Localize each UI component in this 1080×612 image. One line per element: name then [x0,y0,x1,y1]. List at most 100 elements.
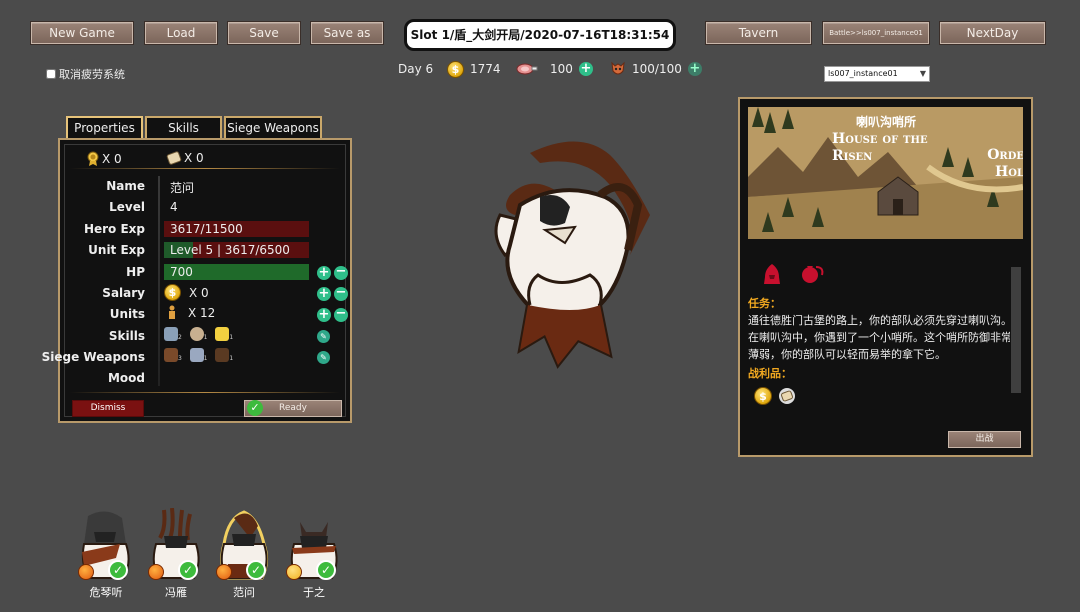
unit-exp-value: Level 5 | 3617/6500 [170,243,290,257]
scroll-icon [166,151,182,165]
task-text: 通往德胜门古堡的路上，你的部队必须先穿过喇叭沟。 在喇叭沟中，你遇到了一个小哨所… [748,312,1010,363]
instance-select-value: ls007_instance01 [828,69,898,78]
ready-button[interactable]: ✓ Ready [244,400,342,417]
skills-controls: ✎ [317,330,330,343]
save-slot-title: Slot 1/盾_大剑开局/2020-07-16T18:31:54 [404,19,676,51]
next-day-button[interactable]: NextDay [940,22,1045,44]
ready-check-icon: ✓ [108,560,128,580]
skill-cheese-icon[interactable] [215,326,230,341]
header-divider [70,168,340,169]
salary-label: Salary [102,286,145,300]
load-button[interactable]: Load [145,22,217,44]
row-unit-exp: Unit Exp Level 5 | 3617/6500 [60,240,350,260]
new-game-button[interactable]: New Game [31,22,133,44]
ready-label: Ready [279,403,307,413]
party-hero-1[interactable]: ✓ 危琴听 [76,508,136,599]
save-as-button[interactable]: Save as [311,22,383,44]
gold-coin-icon: $ [754,387,772,405]
row-hero-exp: Hero Exp 3617/11500 [60,219,350,239]
scroll-count: X 0 [184,151,204,165]
hero-portrait [494,141,650,369]
party-hero-4[interactable]: ✓ 于之 [284,508,344,599]
morale-amount: 100/100 [632,62,682,76]
ready-check-icon: ✓ [316,560,336,580]
party-hero-2[interactable]: ✓ 冯雁 [146,507,206,599]
siege-weapons-label: Siege Weapons [41,350,145,364]
hero-exp-value: 3617/11500 [170,222,243,236]
hero-name: 范问 [170,181,195,195]
hp-minus-icon[interactable]: − [334,265,348,280]
siege-ballista-icon[interactable] [215,347,230,362]
deploy-button[interactable]: 出战 [948,431,1021,448]
salary-minus-icon[interactable]: − [334,286,348,301]
happy-mood-icon [286,564,302,580]
hero-properties-panel: X 0 X 0 Name 范问 Level 4 Hero Exp 3617/11… [42,138,352,423]
ready-check-icon: ✓ [246,560,266,580]
meat-icon [516,63,538,75]
mission-scrollbar[interactable] [1011,267,1021,393]
hp-value: 700 [170,265,193,279]
row-level: Level 4 [60,197,350,217]
hp-plus-icon[interactable]: + [317,266,331,280]
party-hero-name: 冯雁 [165,586,187,599]
siege-cauldron-icon[interactable] [189,347,204,362]
angry-mood-icon [216,564,232,580]
add-food-icon[interactable]: + [578,62,593,76]
units-plus-icon[interactable]: + [317,308,331,322]
gold-coin-icon: $ [164,284,181,301]
mission-image-caption-right: Orde Hol [987,147,1023,180]
edit-skills-icon[interactable]: ✎ [317,330,330,343]
loot-icons: $ [754,387,796,405]
instance-select[interactable]: ls007_instance01 ▼ [824,66,930,82]
party-hero-name: 危琴听 [89,586,123,599]
salary-value: X 0 [189,285,209,300]
medal-count: X 0 [102,152,122,166]
fatigue-toggle[interactable]: 取消疲劳系统 [46,66,125,82]
fatigue-checkbox[interactable] [46,69,56,79]
salary-plus-icon[interactable]: + [317,287,331,301]
tab-skills[interactable]: Skills [145,116,222,139]
level-label: Level [109,200,145,214]
medal-icon [87,151,99,166]
tab-siege-weapons[interactable]: Siege Weapons [224,116,322,139]
siege-count: 1 [203,354,208,362]
edit-siege-icon[interactable]: ✎ [317,351,330,364]
siege-count: 3 [178,354,182,362]
task-line: 在喇叭沟中，你遇到了一个小哨所。这个哨所防御非常 [748,331,1010,344]
row-hp: HP 700 + − [60,262,350,282]
siege-ladder-icon[interactable] [164,347,178,362]
row-name: Name 范问 [60,176,350,196]
fatigue-label: 取消疲劳系统 [59,68,125,81]
party-hero-3-selected[interactable]: ✓ 范问 [214,508,274,599]
gold-resource: $ 1774 [447,60,501,78]
dismiss-button[interactable]: Dismiss [72,400,144,417]
add-morale-icon[interactable]: + [687,62,702,76]
checkmark-icon: ✓ [247,400,263,416]
mission-panel: 喇叭沟哨所 House of the Risen Orde Hol 任务： 通往… [738,97,1033,457]
battle-button[interactable]: Battle>>ls007_instance01 [823,22,929,44]
siege-count: 1 [229,354,234,362]
task-line: 薄弱，你的部队可以轻而易举的拿下它。 [748,348,946,361]
save-button[interactable]: Save [228,22,300,44]
units-minus-icon[interactable]: − [334,307,348,322]
tavern-button[interactable]: Tavern [706,22,811,44]
party-hero-name: 于之 [303,586,325,599]
units-value-wrap: X 12 [166,305,215,321]
hp-label: HP [126,265,145,279]
skill-slash-icon[interactable] [164,326,178,341]
tab-properties[interactable]: Properties [66,116,143,139]
morale-resource: 100/100 + [610,60,702,78]
siege-controls: ✎ [317,351,330,364]
scroll-icon [779,388,795,404]
salary-value-wrap: $ X 0 [164,284,209,301]
skill-count: 2 [178,333,182,341]
money-bag-enemy-icon [802,266,824,283]
units-value: X 12 [188,306,216,320]
hero-exp-label: Hero Exp [83,222,145,236]
row-salary: Salary $ X 0 + − [60,283,350,303]
hero-level: 4 [170,200,178,214]
footer-divider [70,392,340,393]
gold-amount: 1774 [470,62,501,76]
skill-shield-icon[interactable] [189,326,204,341]
soldier-icon [169,305,175,319]
